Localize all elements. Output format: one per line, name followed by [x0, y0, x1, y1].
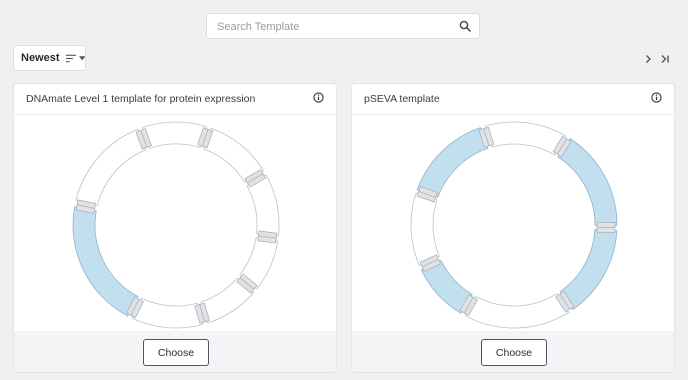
card-header: pSEVA template [352, 84, 674, 114]
plasmid-segment [75, 129, 147, 206]
caret-down-icon [78, 55, 85, 60]
plasmid-segment [465, 293, 570, 329]
plasmid-feature-segment [72, 204, 139, 317]
sort-lines-icon [65, 54, 76, 62]
chevron-right-icon[interactable] [642, 53, 654, 65]
info-icon[interactable] [651, 92, 662, 103]
template-title: DNAmate Level 1 template for protein exp… [26, 93, 256, 105]
plasmid-feature-segment [560, 228, 618, 310]
plasmid-segment [410, 192, 440, 266]
sort-label: Newest [21, 52, 60, 64]
template-card[interactable]: DNAmate Level 1 template for protein exp… [13, 83, 337, 373]
plasmid-segment [485, 121, 566, 156]
plasmid-feature-segment [416, 127, 489, 198]
template-title: pSEVA template [364, 93, 440, 105]
card-footer: Choose [352, 331, 674, 372]
search-box[interactable] [206, 13, 480, 39]
plasmid-map [72, 121, 280, 329]
plasmid-map-area [14, 114, 336, 332]
plasmid-connector [596, 221, 616, 234]
plasmid-feature-segment [557, 138, 618, 230]
card-header: DNAmate Level 1 template for protein exp… [14, 84, 336, 114]
plasmid-segment [141, 121, 208, 149]
card-footer: Choose [14, 331, 336, 372]
choose-button[interactable]: Choose [481, 339, 547, 366]
info-icon[interactable] [313, 92, 324, 103]
choose-button[interactable]: Choose [143, 339, 209, 366]
plasmid-map [410, 121, 618, 329]
search-icon[interactable] [459, 20, 471, 32]
sort-dropdown[interactable]: Newest [13, 45, 86, 71]
plasmid-connector [257, 230, 278, 244]
template-card[interactable]: pSEVA template Choose [351, 83, 675, 373]
search-input[interactable] [215, 18, 449, 36]
plasmid-map-area [352, 114, 674, 332]
last-page-icon[interactable] [659, 53, 671, 65]
